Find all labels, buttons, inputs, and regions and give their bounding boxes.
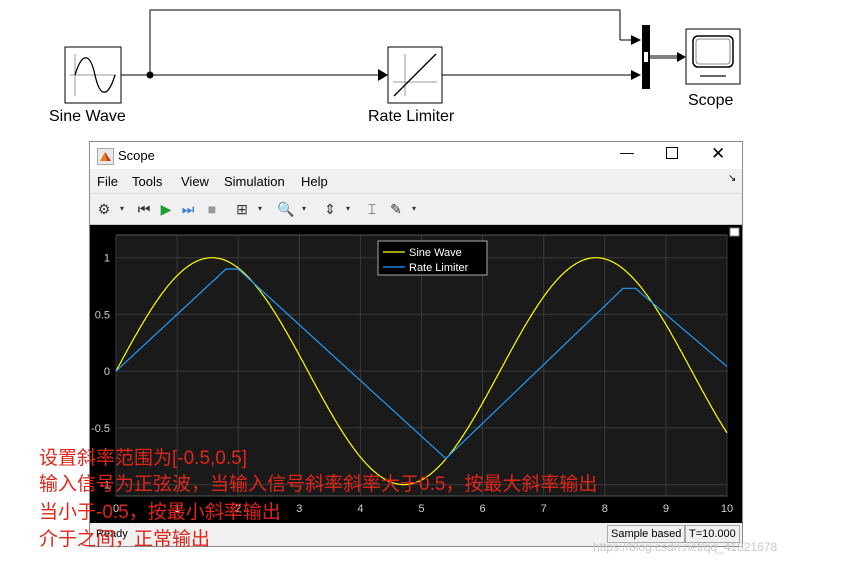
branch-point: [146, 71, 154, 79]
y-tick-label: 1: [104, 253, 110, 265]
x-tick-label: 4: [357, 503, 363, 515]
menu-help[interactable]: Help: [301, 174, 328, 189]
sine-wave-block[interactable]: [64, 46, 122, 104]
scope-label: Scope: [688, 92, 734, 109]
step-back-icon[interactable]: ⏮: [134, 199, 154, 219]
toolbar: ⚙ ▾ ⏮ ▶ ⏭ ■ ⊞ ▾ 🔍 ▾ ⇕ ▾ ⌶ ✎ ▾: [90, 193, 742, 225]
menu-bar: File Tools View Simulation Help ↘: [90, 170, 742, 192]
undock-arrow-icon[interactable]: ↘: [728, 173, 736, 184]
annotation-line-2: 输入信号为正弦波，当输入信号斜率斜率大于0.5，按最大斜率输出: [39, 474, 598, 495]
x-tick-label: 10: [721, 503, 733, 515]
annotation-line-4: 介于之间，正常输出: [39, 529, 211, 550]
run-icon[interactable]: ▶: [156, 199, 176, 219]
arrow-to-rate: [378, 69, 388, 81]
rate-limiter-label: Rate Limiter: [368, 108, 455, 125]
x-tick-label: 9: [663, 503, 669, 515]
step-forward-icon[interactable]: ⏭: [178, 199, 198, 219]
rate-limiter-block[interactable]: [387, 46, 443, 104]
chevron-down-icon[interactable]: ▾: [338, 199, 358, 219]
highlight-block-icon[interactable]: ⊞: [232, 199, 252, 219]
legend-label: Sine Wave: [409, 247, 462, 259]
chevron-down-icon[interactable]: ▾: [404, 199, 424, 219]
annotation-line-1: 设置斜率范围为[-0.5,0.5]: [39, 448, 247, 469]
menu-view[interactable]: View: [181, 174, 209, 189]
arrow-to-mux-1: [631, 35, 641, 45]
window-title: Scope: [118, 148, 155, 163]
minimize-icon[interactable]: —: [620, 144, 634, 160]
y-tick-label: -0.5: [91, 423, 110, 435]
menu-tools[interactable]: Tools: [132, 174, 162, 189]
watermark: https://blog.csdn.net/qq_41821678: [593, 540, 778, 554]
x-tick-label: 8: [602, 503, 608, 515]
x-tick-label: 5: [418, 503, 424, 515]
autoscale-icon[interactable]: ⇕: [320, 199, 340, 219]
stop-icon[interactable]: ■: [202, 199, 222, 219]
plot-maximize-icon: [729, 227, 740, 237]
arrow-to-mux-2: [631, 70, 641, 80]
title-bar: Scope — ✕: [90, 142, 742, 169]
maximize-icon[interactable]: [666, 147, 678, 159]
sine-wave-label: Sine Wave: [49, 108, 126, 125]
edit-style-icon[interactable]: ✎: [386, 199, 406, 219]
x-tick-label: 6: [480, 503, 486, 515]
close-icon[interactable]: ✕: [711, 144, 725, 164]
matlab-icon: [97, 148, 114, 165]
y-tick-label: 0.5: [95, 309, 110, 321]
chevron-down-icon[interactable]: ▾: [250, 199, 270, 219]
menu-file[interactable]: File: [97, 174, 118, 189]
annotation-line-3: 当小于-0.5，按最小斜率输出: [39, 502, 281, 523]
menu-simulation[interactable]: Simulation: [224, 174, 285, 189]
legend-label: Rate Limiter: [409, 262, 469, 274]
y-tick-label: 0: [104, 366, 110, 378]
triggers-icon[interactable]: ⌶: [362, 199, 382, 219]
x-tick-label: 3: [296, 503, 302, 515]
chevron-down-icon[interactable]: ▾: [294, 199, 314, 219]
scope-block[interactable]: [685, 28, 741, 85]
signal-wires: [121, 9, 633, 76]
zoom-icon[interactable]: 🔍: [276, 199, 296, 219]
settings-gear-icon[interactable]: ⚙: [94, 199, 114, 219]
x-tick-label: 7: [541, 503, 547, 515]
chevron-down-icon[interactable]: ▾: [112, 199, 132, 219]
